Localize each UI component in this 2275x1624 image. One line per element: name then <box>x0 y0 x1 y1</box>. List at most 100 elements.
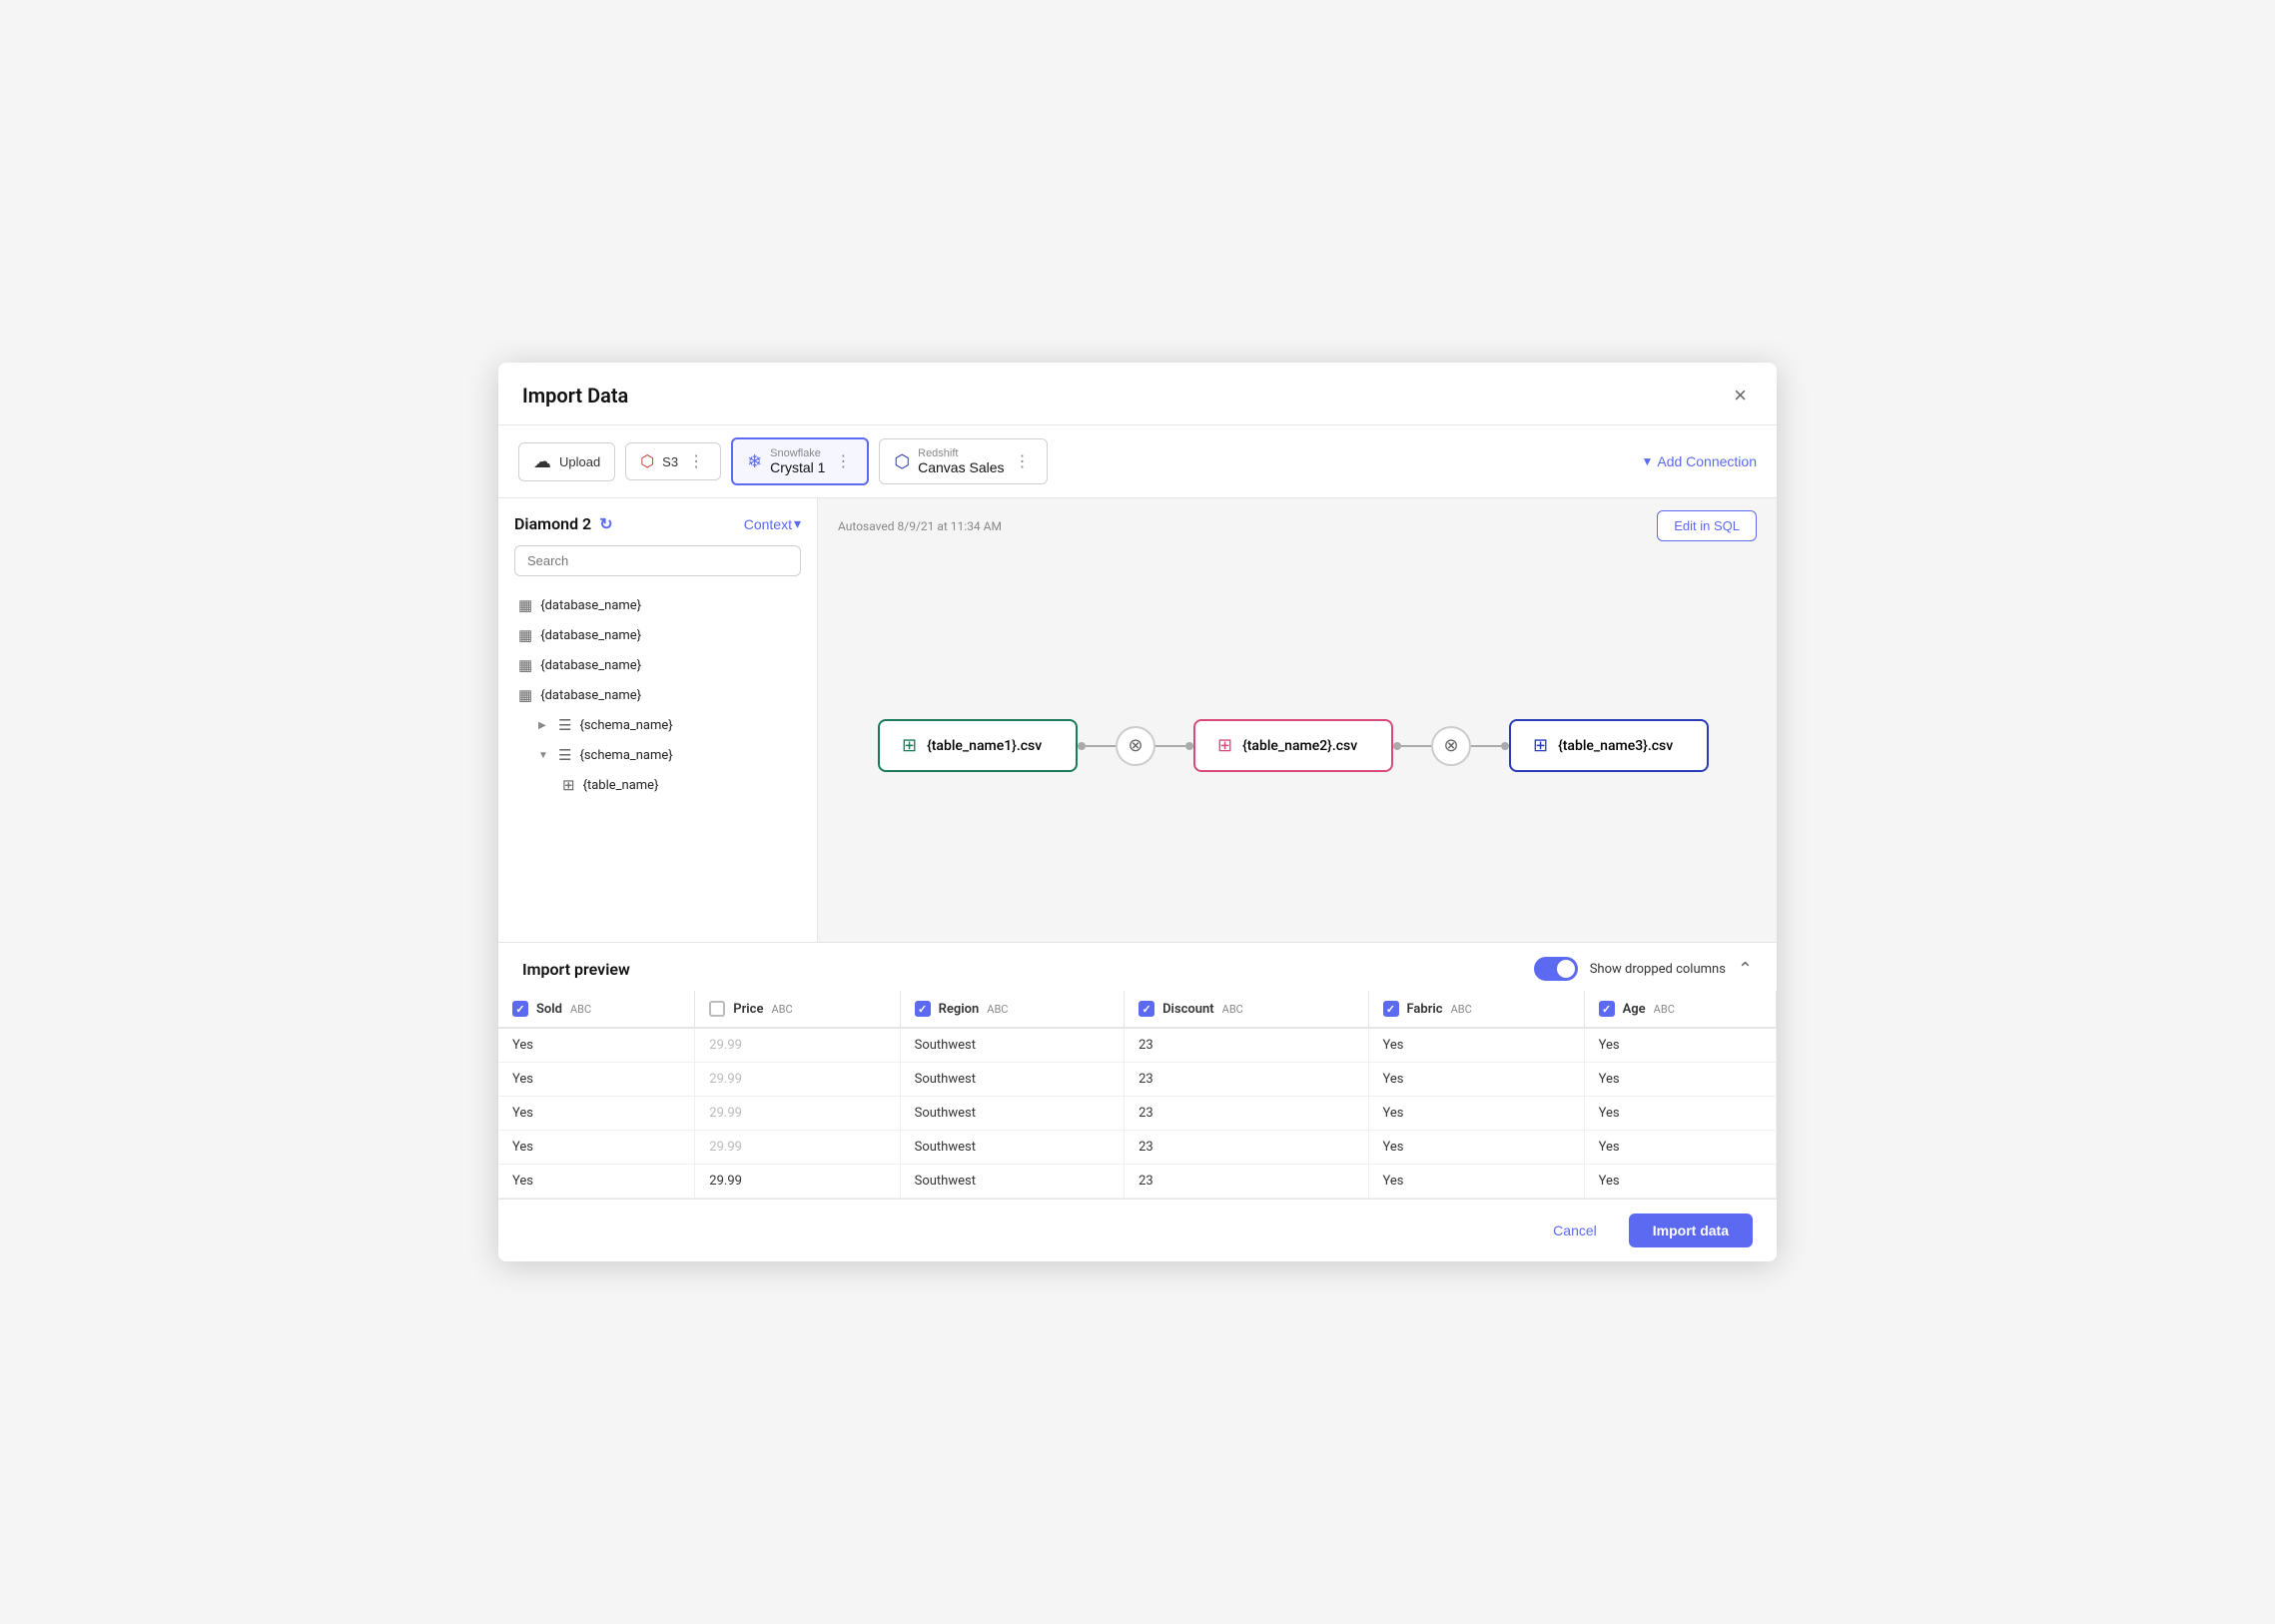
cell-age: Yes <box>1584 1028 1776 1063</box>
cancel-button[interactable]: Cancel <box>1533 1214 1617 1247</box>
cell-discount: 23 <box>1125 1131 1368 1165</box>
col-type-region: ABC <box>987 1003 1008 1016</box>
search-input[interactable] <box>514 545 801 576</box>
join-node-2[interactable]: ⊗ <box>1431 726 1471 766</box>
snowflake-icon: ❄ <box>747 451 762 472</box>
list-item[interactable]: ▦ {database_name} <box>514 620 801 650</box>
cell-age: Yes <box>1584 1165 1776 1199</box>
cell-fabric: Yes <box>1368 1165 1584 1199</box>
table-row: Yes 29.99 Southwest 23 Yes Yes <box>498 1097 1777 1131</box>
col-label-sold: Sold <box>536 1002 562 1017</box>
dot-3 <box>1393 742 1401 750</box>
sidebar-title: Diamond 2 ↻ <box>514 514 613 533</box>
list-item[interactable]: ▦ {database_name} <box>514 590 801 620</box>
col-label-price: Price <box>733 1002 763 1017</box>
table-row: Yes 29.99 Southwest 23 Yes Yes <box>498 1131 1777 1165</box>
col-label-region: Region <box>939 1002 980 1017</box>
add-connection-button[interactable]: ▼ Add Connection <box>1641 453 1757 469</box>
checkbox-fabric[interactable]: ✓ <box>1383 1001 1399 1017</box>
list-item[interactable]: ▶ ☰ {schema_name} <box>514 710 801 740</box>
collapse-icon: ▼ <box>538 750 550 761</box>
preview-header: Import preview Show dropped columns ⌃ <box>498 943 1777 991</box>
col-header-price: Price ABC <box>695 991 900 1028</box>
table-icon-3: ⊞ <box>1533 735 1548 756</box>
table-node-2[interactable]: ⊞ {table_name2}.csv <box>1193 719 1393 772</box>
schema-icon: ☰ <box>558 716 571 734</box>
checkbox-region[interactable]: ✓ <box>915 1001 931 1017</box>
preview-table: ✓ Sold ABC Price ABC <box>498 991 1777 1199</box>
close-button[interactable]: × <box>1728 381 1753 410</box>
dot-4 <box>1501 742 1509 750</box>
redshift-more-button[interactable]: ⋮ <box>1013 451 1033 471</box>
table-node-1[interactable]: ⊞ {table_name1}.csv <box>878 719 1078 772</box>
cell-price: 29.99 <box>695 1063 900 1097</box>
connection-tab-redshift[interactable]: ⬡ Redshift Canvas Sales ⋮ <box>879 438 1047 484</box>
main-content: Diamond 2 ↻ Context ▾ ▦ {database_name} <box>498 498 1777 942</box>
s3-icon: ⬡ <box>640 451 654 471</box>
cell-sold: Yes <box>498 1097 695 1131</box>
collapse-preview-button[interactable]: ⌃ <box>1738 959 1753 980</box>
checkbox-discount[interactable]: ✓ <box>1138 1001 1154 1017</box>
pipeline: ⊞ {table_name1}.csv ⊗ ⊞ {table_nam <box>878 719 1709 772</box>
list-item[interactable]: ▼ ☰ {schema_name} <box>514 740 801 770</box>
add-connection-label: Add Connection <box>1657 453 1757 469</box>
checkbox-price[interactable] <box>709 1001 725 1017</box>
s3-label: S3 <box>662 454 678 469</box>
snowflake-more-button[interactable]: ⋮ <box>833 451 853 471</box>
autosaved-text: Autosaved 8/9/21 at 11:34 AM <box>838 519 1002 533</box>
cell-sold: Yes <box>498 1028 695 1063</box>
cell-price: 29.99 <box>695 1165 900 1199</box>
checkbox-age[interactable]: ✓ <box>1599 1001 1615 1017</box>
col-label-discount: Discount <box>1162 1002 1214 1017</box>
canvas-area: Autosaved 8/9/21 at 11:34 AM Edit in SQL… <box>818 498 1777 942</box>
pipeline-canvas[interactable]: ⊞ {table_name1}.csv ⊗ ⊞ {table_nam <box>818 549 1777 942</box>
cell-discount: 23 <box>1125 1165 1368 1199</box>
redshift-connection-sub: Redshift <box>918 447 958 459</box>
connection-tab-snowflake[interactable]: ❄ Snowflake Crystal 1 ⋮ <box>731 437 869 485</box>
schema-icon: ☰ <box>558 746 571 764</box>
edit-sql-button[interactable]: Edit in SQL <box>1657 510 1757 541</box>
join-node-1[interactable]: ⊗ <box>1116 726 1155 766</box>
tree-list: ▦ {database_name} ▦ {database_name} ▦ {d… <box>514 590 801 942</box>
context-button[interactable]: Context ▾ <box>744 515 801 532</box>
col-type-discount: ABC <box>1222 1003 1243 1016</box>
checkbox-sold[interactable]: ✓ <box>512 1001 528 1017</box>
col-header-discount: ✓ Discount ABC <box>1125 991 1368 1028</box>
connection-tab-upload[interactable]: ☁ Upload <box>518 442 615 481</box>
connector-1: ⊗ <box>1078 726 1193 766</box>
refresh-icon[interactable]: ↻ <box>599 514 612 533</box>
redshift-connection-label: Canvas Sales <box>918 459 1004 475</box>
cell-discount: 23 <box>1125 1028 1368 1063</box>
dot-2 <box>1185 742 1193 750</box>
dot-1 <box>1078 742 1086 750</box>
table-icon-1: ⊞ <box>902 735 917 756</box>
database-icon: ▦ <box>518 596 532 614</box>
list-item[interactable]: ▦ {database_name} <box>514 650 801 680</box>
cell-sold: Yes <box>498 1063 695 1097</box>
line-2 <box>1155 745 1185 747</box>
col-label-age: Age <box>1623 1002 1646 1017</box>
col-type-fabric: ABC <box>1451 1003 1472 1016</box>
table-node-3[interactable]: ⊞ {table_name3}.csv <box>1509 719 1709 772</box>
table-header-row: ✓ Sold ABC Price ABC <box>498 991 1777 1028</box>
cell-region: Southwest <box>900 1097 1124 1131</box>
connection-tab-s3[interactable]: ⬡ S3 ⋮ <box>625 442 721 480</box>
show-dropped-toggle[interactable] <box>1534 957 1578 981</box>
col-type-age: ABC <box>1654 1003 1675 1016</box>
cell-age: Yes <box>1584 1097 1776 1131</box>
cell-region: Southwest <box>900 1063 1124 1097</box>
col-header-fabric: ✓ Fabric ABC <box>1368 991 1584 1028</box>
col-header-sold: ✓ Sold ABC <box>498 991 695 1028</box>
cell-age: Yes <box>1584 1063 1776 1097</box>
list-item[interactable]: ▦ {database_name} <box>514 680 801 710</box>
list-item[interactable]: ⊞ {table_name} <box>514 770 801 800</box>
modal-footer: Cancel Import data <box>498 1199 1777 1261</box>
table-icon-2: ⊞ <box>1217 735 1232 756</box>
snowflake-connection-label: Crystal 1 <box>770 459 825 475</box>
import-data-button[interactable]: Import data <box>1629 1214 1753 1247</box>
import-data-modal: Import Data × ☁ Upload ⬡ S3 ⋮ ❄ Snowflak… <box>498 363 1777 1261</box>
cell-price: 29.99 <box>695 1028 900 1063</box>
cell-region: Southwest <box>900 1131 1124 1165</box>
snowflake-connection-sub: Snowflake <box>770 447 821 459</box>
s3-more-button[interactable]: ⋮ <box>686 451 706 471</box>
